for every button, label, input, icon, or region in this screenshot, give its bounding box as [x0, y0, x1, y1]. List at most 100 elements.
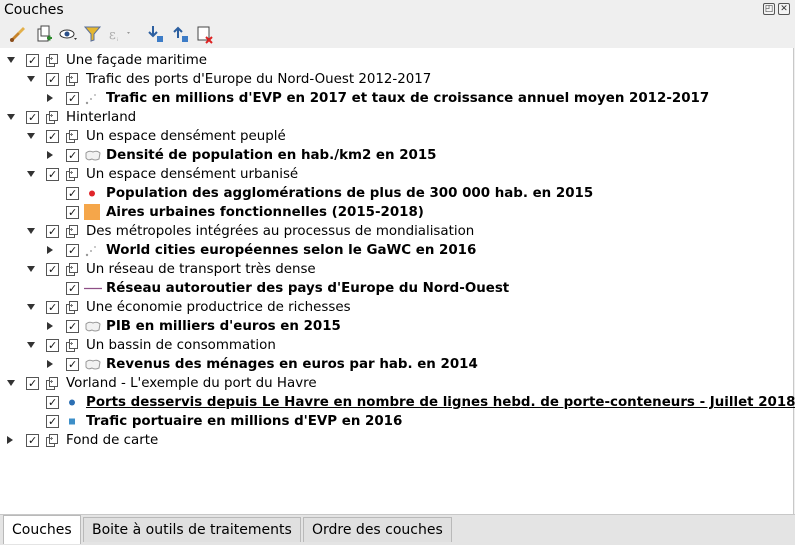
layer-row[interactable]: Aires urbaines fonctionnelles (2015-2018… — [0, 203, 790, 222]
expression-filter-icon[interactable]: εᵢ — [107, 24, 130, 44]
layer-group-row[interactable]: Un espace densément urbanisé — [0, 165, 790, 184]
layer-row[interactable]: Réseau autoroutier des pays d'Europe du … — [0, 279, 790, 298]
layers-toolbar: εᵢ — [0, 20, 795, 48]
polygon-symbol-icon — [84, 148, 101, 163]
tab-1[interactable]: Boite à outils de traitements — [83, 517, 301, 542]
layer-group-icon — [45, 376, 59, 390]
layer-name: Trafic en millions d'EVP en 2017 et taux… — [106, 91, 710, 106]
layer-group-row[interactable]: Une façade maritime — [0, 51, 790, 70]
collapse-arrow-icon[interactable] — [7, 57, 15, 63]
tab-2[interactable]: Ordre des couches — [303, 517, 452, 542]
layer-group-row[interactable]: Un espace densément peuplé — [0, 127, 790, 146]
remove-layer-icon[interactable] — [195, 24, 215, 44]
collapse-arrow-icon[interactable] — [27, 171, 35, 177]
visibility-checkbox[interactable] — [66, 355, 79, 374]
layer-name: Aires urbaines fonctionnelles (2015-2018… — [106, 205, 424, 220]
panel-tabs: Couches Boite à outils de traitements Ordr… — [0, 514, 795, 545]
collapse-arrow-icon[interactable] — [27, 304, 35, 310]
layer-group-row[interactable]: Des métropoles intégrées au processus de… — [0, 222, 790, 241]
tab-0[interactable]: Couches — [3, 515, 81, 544]
layer-name: Densité de population en hab./km2 en 201… — [106, 148, 437, 163]
expand-arrow-icon[interactable] — [47, 151, 53, 159]
visibility-checkbox[interactable] — [46, 127, 59, 146]
layer-row[interactable]: Revenus des ménages en euros par hab. en… — [0, 355, 790, 374]
collapse-arrow-icon[interactable] — [27, 133, 35, 139]
layer-row[interactable]: Trafic en millions d'EVP en 2017 et taux… — [0, 89, 790, 108]
eye-visibility-icon[interactable] — [58, 24, 78, 44]
visibility-checkbox[interactable] — [46, 393, 59, 412]
expand-all-icon[interactable] — [145, 24, 165, 44]
visibility-checkbox[interactable] — [66, 317, 79, 336]
layer-group-icon — [45, 110, 59, 124]
layer-row[interactable]: Trafic portuaire en millions d'EVP en 20… — [0, 412, 790, 431]
visibility-checkbox[interactable] — [46, 222, 59, 241]
collapse-arrow-icon[interactable] — [27, 76, 35, 82]
collapse-arrow-icon[interactable] — [27, 266, 35, 272]
collapse-arrow-icon[interactable] — [27, 228, 35, 234]
add-group-icon[interactable] — [34, 24, 54, 44]
layer-row[interactable]: PIB en milliers d'euros en 2015 — [0, 317, 790, 336]
layer-name: Vorland - L'exemple du port du Havre — [66, 376, 317, 391]
visibility-checkbox[interactable] — [66, 279, 79, 298]
blue-point-symbol-icon — [64, 395, 80, 410]
visibility-checkbox[interactable] — [46, 412, 59, 431]
float-panel-icon[interactable]: ◰ — [763, 3, 775, 15]
layer-group-icon — [65, 300, 79, 314]
layer-group-row[interactable]: Un réseau de transport très dense — [0, 260, 790, 279]
visibility-checkbox[interactable] — [46, 336, 59, 355]
layer-group-row[interactable]: Hinterland — [0, 108, 790, 127]
style-brush-icon[interactable] — [8, 24, 28, 44]
layer-row[interactable]: Ports desservis depuis Le Havre en nombr… — [0, 393, 795, 412]
layer-name: Un bassin de consommation — [86, 338, 276, 353]
layer-group-row[interactable]: Un bassin de consommation — [0, 336, 790, 355]
layer-group-row[interactable]: Une économie productrice de richesses — [0, 298, 790, 317]
visibility-checkbox[interactable] — [46, 260, 59, 279]
visibility-checkbox[interactable] — [66, 89, 79, 108]
expand-arrow-icon[interactable] — [47, 322, 53, 330]
layer-row[interactable]: World cities européennes selon le GaWC e… — [0, 241, 790, 260]
visibility-checkbox[interactable] — [66, 203, 79, 222]
close-panel-icon[interactable]: ✕ — [778, 3, 790, 15]
visibility-checkbox[interactable] — [46, 165, 59, 184]
layer-row[interactable]: Densité de population en hab./km2 en 201… — [0, 146, 790, 165]
expand-arrow-icon[interactable] — [7, 436, 13, 444]
red-point-symbol-icon — [84, 186, 100, 201]
collapse-arrow-icon[interactable] — [7, 380, 15, 386]
layer-name: Un espace densément urbanisé — [86, 167, 299, 182]
layer-name: Des métropoles intégrées au processus de… — [86, 224, 475, 239]
layer-name: Ports desservis depuis Le Havre en nombr… — [86, 395, 795, 410]
visibility-checkbox[interactable] — [66, 184, 79, 203]
expand-arrow-icon[interactable] — [47, 360, 53, 368]
layers-tree[interactable]: Une façade maritime Trafic des ports d'E… — [0, 48, 795, 514]
layer-group-icon — [65, 338, 79, 352]
visibility-checkbox[interactable] — [66, 146, 79, 165]
layer-name: Réseau autoroutier des pays d'Europe du … — [106, 281, 510, 296]
layer-name: World cities européennes selon le GaWC e… — [106, 243, 477, 258]
visibility-checkbox[interactable] — [26, 431, 39, 450]
visibility-checkbox[interactable] — [26, 108, 39, 127]
visibility-checkbox[interactable] — [46, 70, 59, 89]
visibility-checkbox[interactable] — [26, 51, 39, 70]
layer-group-row[interactable]: Fond de carte — [0, 431, 790, 450]
collapse-arrow-icon[interactable] — [7, 114, 15, 120]
layer-name: Hinterland — [66, 110, 137, 125]
line-symbol-icon — [84, 281, 102, 296]
layer-name: Un espace densément peuplé — [86, 129, 286, 144]
layer-group-row[interactable]: Vorland - L'exemple du port du Havre — [0, 374, 790, 393]
layer-name: Trafic des ports d'Europe du Nord-Ouest … — [86, 72, 432, 87]
filter-icon[interactable] — [83, 24, 103, 44]
layer-row[interactable]: Population des agglomérations de plus de… — [0, 184, 790, 203]
expand-arrow-icon[interactable] — [47, 246, 53, 254]
collapse-all-icon[interactable] — [170, 24, 190, 44]
visibility-checkbox[interactable] — [26, 374, 39, 393]
collapse-arrow-icon[interactable] — [27, 342, 35, 348]
polygon-symbol-icon — [84, 357, 101, 372]
expand-arrow-icon[interactable] — [47, 94, 53, 102]
layer-group-icon — [65, 129, 79, 143]
visibility-checkbox[interactable] — [66, 241, 79, 260]
layer-name: Une façade maritime — [66, 53, 207, 68]
layer-name: Population des agglomérations de plus de… — [106, 186, 594, 201]
visibility-checkbox[interactable] — [46, 298, 59, 317]
polygon-symbol-icon — [84, 319, 101, 334]
layer-group-row[interactable]: Trafic des ports d'Europe du Nord-Ouest … — [0, 70, 790, 89]
